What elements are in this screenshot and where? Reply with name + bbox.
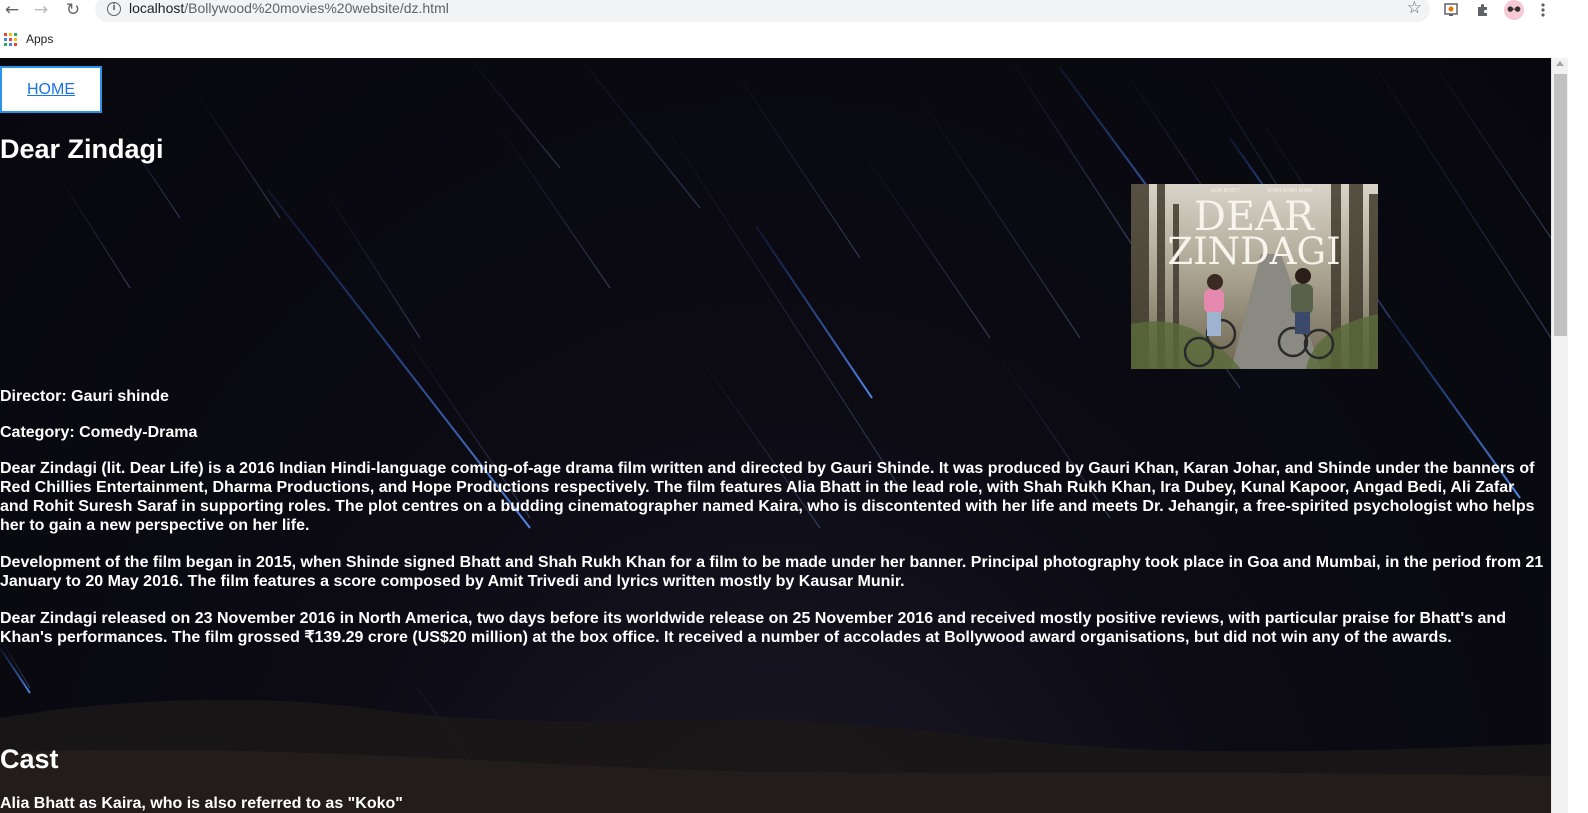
url-text[interactable]: localhost/Bollywood%20movies%20website/d… (129, 0, 449, 16)
window-edge (1568, 58, 1588, 813)
synopsis-paragraph: Dear Zindagi (lit. Dear Life) is a 2016 … (0, 460, 1535, 534)
reload-icon[interactable]: ↻ (61, 0, 85, 20)
cast-heading: Cast (0, 744, 59, 774)
desert-dunes (0, 699, 1551, 813)
forward-arrow-icon[interactable]: → (29, 0, 53, 20)
page-title: Dear Zindagi (0, 134, 164, 164)
vertical-scrollbar[interactable] (1551, 58, 1568, 813)
release-paragraph: Dear Zindagi released on 23 November 201… (0, 610, 1506, 646)
scrollbar-thumb[interactable] (1554, 74, 1567, 336)
cast-list-item: Alia Bhatt as Kaira, who is also referre… (0, 795, 403, 812)
url-host: localhost (129, 0, 185, 16)
url-path: /Bollywood%20movies%20website/dz.html (184, 0, 449, 16)
poster-title-line2: ZINDAGI (1167, 230, 1340, 273)
menu-icon[interactable] (1533, 0, 1553, 20)
extension-icon[interactable] (1441, 0, 1461, 20)
movie-poster: ALIA BHATT SHAH RUKH KHAN DEAR ZINDAGI (1131, 184, 1378, 369)
scroll-up-arrow-icon[interactable] (1556, 61, 1564, 66)
home-link[interactable]: HOME (27, 81, 75, 99)
browser-toolbar: ← → ↻ i localhost/Bollywood%20movies%20w… (0, 0, 1588, 24)
apps-bookmark[interactable]: Apps (26, 32, 53, 46)
page-viewport: HOME Dear Zindagi ALIA BHATT SHAH RUKH K… (0, 58, 1551, 813)
apps-grid-icon[interactable] (4, 33, 17, 46)
development-paragraph: Development of the film began in 2015, w… (0, 554, 1544, 590)
browser-chrome: ← → ↻ i localhost/Bollywood%20movies%20w… (0, 0, 1588, 58)
info-icon[interactable]: i (107, 2, 121, 16)
puzzle-icon[interactable] (1473, 0, 1493, 20)
category-line: Category: Comedy-Drama (0, 424, 198, 441)
star-icon[interactable]: ☆ (1407, 0, 1422, 18)
director-line: Director: Gauri shinde (0, 388, 169, 405)
address-bar[interactable]: i localhost/Bollywood%20movies%20website… (95, 0, 1430, 22)
bookmarks-bar: Apps (0, 28, 1588, 52)
home-button[interactable]: HOME (0, 66, 102, 113)
profile-avatar-icon[interactable] (1504, 0, 1524, 20)
back-arrow-icon[interactable]: ← (0, 0, 24, 20)
